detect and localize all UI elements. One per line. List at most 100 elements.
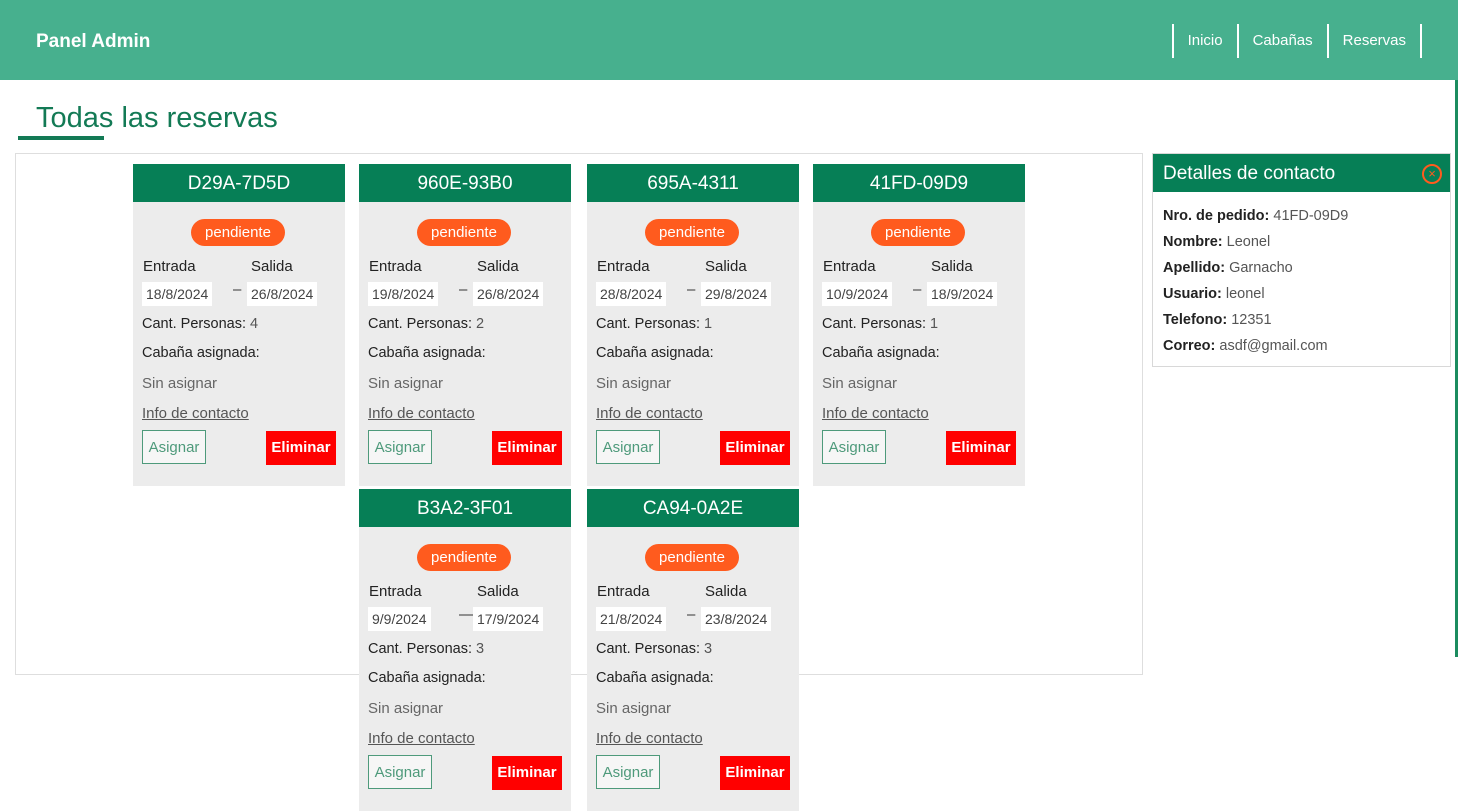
- contact-info-link[interactable]: Info de contacto: [368, 730, 475, 747]
- assigned-cabin-value: Sin asignar: [142, 375, 218, 392]
- nav-item-inicio[interactable]: Inicio: [1174, 24, 1239, 58]
- reservation-code: 41FD-09D9: [813, 164, 1025, 202]
- assigned-cabin-value: Sin asignar: [368, 700, 444, 717]
- contact-info-link[interactable]: Info de contacto: [596, 405, 703, 422]
- date-separator: –: [687, 606, 696, 623]
- delete-button[interactable]: Eliminar: [720, 756, 790, 790]
- entrada-label: Entrada: [369, 583, 422, 600]
- reservation-card: B3A2-3F01 pendiente Entrada Salida 9/9/2024 —…: [359, 489, 571, 811]
- contact-row-order: Nro. de pedido: 41FD-09D9: [1163, 208, 1349, 224]
- contact-info-link[interactable]: Info de contacto: [368, 405, 475, 422]
- salida-label: Salida: [705, 583, 747, 600]
- date-separator: –: [459, 281, 468, 298]
- assigned-cabin-label: Cabaña asignada:: [822, 345, 940, 361]
- contact-row-phone: Telefono: 12351: [1163, 312, 1272, 328]
- assigned-cabin-label: Cabaña asignada:: [368, 345, 486, 361]
- contact-details-header: Detalles de contacto ×: [1153, 154, 1450, 192]
- assigned-cabin-label: Cabaña asignada:: [368, 670, 486, 686]
- assigned-cabin-value: Sin asignar: [596, 375, 672, 392]
- reservation-card: CA94-0A2E pendiente Entrada Salida 21/8/2024…: [587, 489, 799, 811]
- entrada-date: 21/8/2024: [596, 607, 667, 631]
- close-icon[interactable]: ×: [1422, 164, 1442, 184]
- assign-button[interactable]: Asignar: [368, 755, 432, 789]
- reservation-card: 41FD-09D9 pendiente Entrada Salida 10/9/2024…: [813, 164, 1025, 486]
- contact-info-link[interactable]: Info de contacto: [142, 405, 249, 422]
- entrada-label: Entrada: [369, 258, 422, 275]
- delete-button[interactable]: Eliminar: [266, 431, 336, 465]
- assign-button[interactable]: Asignar: [822, 430, 886, 464]
- contact-row-lastname: Apellido: Garnacho: [1163, 260, 1293, 276]
- delete-button[interactable]: Eliminar: [492, 431, 562, 465]
- status-badge: pendiente: [417, 544, 511, 571]
- persons-count: Cant. Personas: 3: [368, 641, 485, 657]
- title-underline: [18, 136, 104, 140]
- nav-item-reservas[interactable]: Reservas: [1329, 24, 1422, 58]
- contact-details-panel: Detalles de contacto × Nro. de pedido: 4…: [1152, 153, 1451, 367]
- salida-label: Salida: [705, 258, 747, 275]
- contact-row-name: Nombre: Leonel: [1163, 234, 1271, 250]
- persons-count: Cant. Personas: 1: [596, 316, 713, 332]
- reservation-code: D29A-7D5D: [133, 164, 345, 202]
- entrada-label: Entrada: [597, 258, 650, 275]
- top-navbar: Panel Admin Inicio Cabañas Reservas: [0, 0, 1458, 80]
- assign-button[interactable]: Asignar: [142, 430, 206, 464]
- persons-count: Cant. Personas: 4: [142, 316, 259, 332]
- assign-button[interactable]: Asignar: [596, 430, 660, 464]
- status-badge: pendiente: [871, 219, 965, 246]
- delete-button[interactable]: Eliminar: [720, 431, 790, 465]
- assigned-cabin-value: Sin asignar: [822, 375, 898, 392]
- salida-label: Salida: [477, 258, 519, 275]
- reservation-code: 960E-93B0: [359, 164, 571, 202]
- entrada-date: 18/8/2024: [142, 282, 213, 306]
- nav-item-cabanas[interactable]: Cabañas: [1239, 24, 1329, 58]
- date-separator: –: [233, 281, 242, 298]
- salida-date: 26/8/2024: [473, 282, 544, 306]
- date-separator: —: [459, 606, 474, 623]
- contact-row-user: Usuario: leonel: [1163, 286, 1265, 302]
- salida-label: Salida: [251, 258, 293, 275]
- entrada-date: 9/9/2024: [368, 607, 431, 631]
- reservation-card: D29A-7D5D pendiente Entrada Salida 18/8/2024…: [133, 164, 345, 486]
- contact-info-link[interactable]: Info de contacto: [822, 405, 929, 422]
- persons-count: Cant. Personas: 2: [368, 316, 485, 332]
- entrada-date: 28/8/2024: [596, 282, 667, 306]
- reservation-code: B3A2-3F01: [359, 489, 571, 527]
- reservation-card: 695A-4311 pendiente Entrada Salida 28/8/2024…: [587, 164, 799, 486]
- status-badge: pendiente: [191, 219, 285, 246]
- status-badge: pendiente: [417, 219, 511, 246]
- assigned-cabin-label: Cabaña asignada:: [142, 345, 260, 361]
- page-title: Todas las reservas: [36, 102, 278, 134]
- assigned-cabin-label: Cabaña asignada:: [596, 345, 714, 361]
- assign-button[interactable]: Asignar: [596, 755, 660, 789]
- entrada-date: 19/8/2024: [368, 282, 439, 306]
- salida-date: 18/9/2024: [927, 282, 998, 306]
- salida-date: 17/9/2024: [473, 607, 544, 631]
- salida-label: Salida: [931, 258, 973, 275]
- status-badge: pendiente: [645, 544, 739, 571]
- reservation-code: 695A-4311: [587, 164, 799, 202]
- entrada-label: Entrada: [143, 258, 196, 275]
- main-nav: Inicio Cabañas Reservas: [1171, 24, 1422, 58]
- assign-button[interactable]: Asignar: [368, 430, 432, 464]
- salida-date: 26/8/2024: [247, 282, 318, 306]
- contact-details-title: Detalles de contacto: [1163, 163, 1336, 184]
- contact-info-link[interactable]: Info de contacto: [596, 730, 703, 747]
- entrada-label: Entrada: [823, 258, 876, 275]
- persons-count: Cant. Personas: 3: [596, 641, 713, 657]
- delete-button[interactable]: Eliminar: [492, 756, 562, 790]
- reservation-card: 960E-93B0 pendiente Entrada Salida 19/8/2024…: [359, 164, 571, 486]
- salida-label: Salida: [477, 583, 519, 600]
- entrada-date: 10/9/2024: [822, 282, 893, 306]
- date-separator: –: [687, 281, 696, 298]
- assigned-cabin-label: Cabaña asignada:: [596, 670, 714, 686]
- delete-button[interactable]: Eliminar: [946, 431, 1016, 465]
- status-badge: pendiente: [645, 219, 739, 246]
- persons-count: Cant. Personas: 1: [822, 316, 939, 332]
- salida-date: 29/8/2024: [701, 282, 772, 306]
- entrada-label: Entrada: [597, 583, 650, 600]
- reservation-code: CA94-0A2E: [587, 489, 799, 527]
- brand-title[interactable]: Panel Admin: [36, 31, 150, 53]
- contact-row-email: Correo: asdf@gmail.com: [1163, 338, 1328, 354]
- salida-date: 23/8/2024: [701, 607, 772, 631]
- assigned-cabin-value: Sin asignar: [596, 700, 672, 717]
